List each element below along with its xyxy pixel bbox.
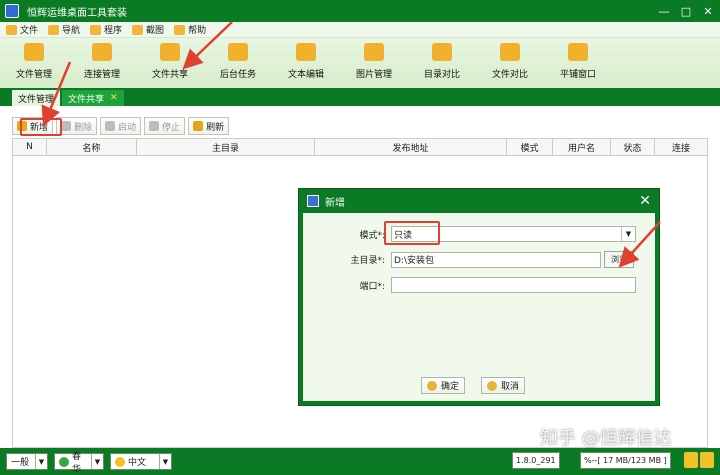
connect-icon <box>92 43 112 61</box>
column-header-mode[interactable]: 模式 <box>507 139 553 155</box>
column-header-status[interactable]: 状态 <box>611 139 655 155</box>
dialog-body: 模式*: 只读 ▼ 主目录*: D:\安装包 浏览 端口*: 确定 取消 <box>303 213 655 401</box>
tool-file-manager[interactable]: 文件管理 <box>0 38 68 88</box>
run-icon[interactable] <box>684 452 698 468</box>
menu-file[interactable]: 文件 <box>6 23 38 36</box>
tool-image-manager[interactable]: 图片管理 <box>340 38 408 88</box>
start-button[interactable]: 启动 <box>100 117 142 135</box>
edit-icon <box>296 43 316 61</box>
file-icon <box>6 24 17 35</box>
folder-icon <box>24 43 44 61</box>
refresh-button[interactable]: 刷新 <box>188 117 230 135</box>
tool-text-editor[interactable]: 文本编辑 <box>272 38 340 88</box>
column-header-username[interactable]: 用户名 <box>553 139 611 155</box>
crop-icon <box>132 24 144 35</box>
menu-nav[interactable]: 导航 <box>48 23 80 36</box>
highlight-box-add <box>20 118 62 136</box>
dialog-close-icon[interactable]: ✕ <box>639 193 651 209</box>
port-input[interactable] <box>391 277 636 293</box>
nav-icon <box>48 24 60 35</box>
trash-icon <box>61 121 72 131</box>
dialog-titlebar: 新增 ✕ <box>299 189 659 213</box>
chevron-down-icon[interactable]: ▼ <box>91 454 103 469</box>
java-version: 1.8.0_291 <box>512 452 560 469</box>
tab-file-manager[interactable]: 文件管理 <box>12 90 61 106</box>
file-compare-icon <box>500 43 520 61</box>
add-dialog: 新增 ✕ 模式*: 只读 ▼ 主目录*: D:\安装包 浏览 端口*: 确定 取… <box>298 188 660 406</box>
level-select[interactable]: 一般 ▼ <box>6 453 48 470</box>
language-select[interactable]: 中文 ▼ <box>110 453 172 470</box>
tool-tile-windows[interactable]: 平铺窗口 <box>544 38 612 88</box>
window-title: 恒辉运维桌面工具套装 <box>27 7 127 19</box>
column-header-connection[interactable]: 连接 <box>655 139 707 155</box>
leaf-icon <box>59 456 69 467</box>
cancel-button[interactable]: 取消 <box>481 377 526 394</box>
dialog-app-icon <box>307 195 319 207</box>
menu-program[interactable]: 程序 <box>90 23 122 36</box>
tool-file-share[interactable]: 文件共享 <box>136 38 204 88</box>
tab-file-share[interactable]: 文件共享 ✕ <box>62 90 124 106</box>
program-icon <box>90 24 102 35</box>
image-icon <box>364 43 384 61</box>
tool-file-compare[interactable]: 文件对比 <box>476 38 544 88</box>
monitor-icon <box>228 43 248 61</box>
maximize-button[interactable]: □ <box>676 3 696 19</box>
chevron-down-icon[interactable]: ▼ <box>159 454 171 469</box>
mode-label: 模式*: <box>359 230 385 241</box>
tool-connection-manager[interactable]: 连接管理 <box>68 38 136 88</box>
home-dir-label: 主目录*: <box>350 256 385 266</box>
tab-close-icon[interactable]: ✕ <box>110 93 118 103</box>
tab-strip: 文件管理 文件共享 ✕ <box>0 88 720 106</box>
column-header-home-dir[interactable]: 主目录 <box>137 139 315 155</box>
watermark-text: 知乎 @恒辉信达 <box>540 428 672 449</box>
tool-dir-compare[interactable]: 目录对比 <box>408 38 476 88</box>
delete-button[interactable]: 删除 <box>56 117 98 135</box>
browse-button[interactable]: 浏览 <box>604 251 634 268</box>
close-button[interactable]: ✕ <box>698 3 718 19</box>
tool-background-tasks[interactable]: 后台任务 <box>204 38 272 88</box>
menu-bar: 文件 导航 程序 截图 帮助 <box>0 22 720 38</box>
stop-icon <box>149 121 160 131</box>
dir-compare-icon <box>432 43 452 61</box>
stop-button[interactable]: 停止 <box>144 117 186 135</box>
pause-icon[interactable] <box>700 452 714 468</box>
check-icon <box>427 380 437 391</box>
undo-icon <box>487 380 497 391</box>
play-icon <box>105 121 116 131</box>
theme-select[interactable]: 春华 ▼ <box>54 452 104 475</box>
memory-usage: %--[ 17 MB/123 MB ] <box>580 452 671 469</box>
main-toolbar: 文件管理 连接管理 文件共享 后台任务 文本编辑 图片管理 目录对比 文件对比 … <box>0 38 720 88</box>
refresh-icon <box>193 121 204 131</box>
share-icon <box>160 43 180 61</box>
tile-icon <box>568 43 588 61</box>
dialog-title: 新增 <box>325 197 345 209</box>
menu-screenshot[interactable]: 截图 <box>132 23 164 36</box>
minimize-button[interactable]: — <box>654 3 674 19</box>
chevron-down-icon[interactable]: ▼ <box>621 227 635 241</box>
column-header-n[interactable]: N <box>13 139 47 155</box>
app-icon <box>5 4 19 18</box>
menu-help[interactable]: 帮助 <box>174 23 206 36</box>
column-header-name[interactable]: 名称 <box>47 139 137 155</box>
star-icon <box>115 456 125 467</box>
status-right-icons <box>684 452 714 468</box>
help-icon <box>174 24 186 35</box>
title-bar: 恒辉运维桌面工具套装 — □ ✕ <box>0 0 720 22</box>
ok-button[interactable]: 确定 <box>421 377 466 394</box>
home-dir-input[interactable]: D:\安装包 <box>391 251 601 268</box>
port-label: 端口*: <box>359 281 385 292</box>
table-header: N 名称 主目录 发布地址 模式 用户名 状态 连接 <box>13 139 707 156</box>
column-header-publish-address[interactable]: 发布地址 <box>315 139 507 155</box>
highlight-box-mode <box>384 221 440 245</box>
chevron-down-icon[interactable]: ▼ <box>35 454 47 469</box>
